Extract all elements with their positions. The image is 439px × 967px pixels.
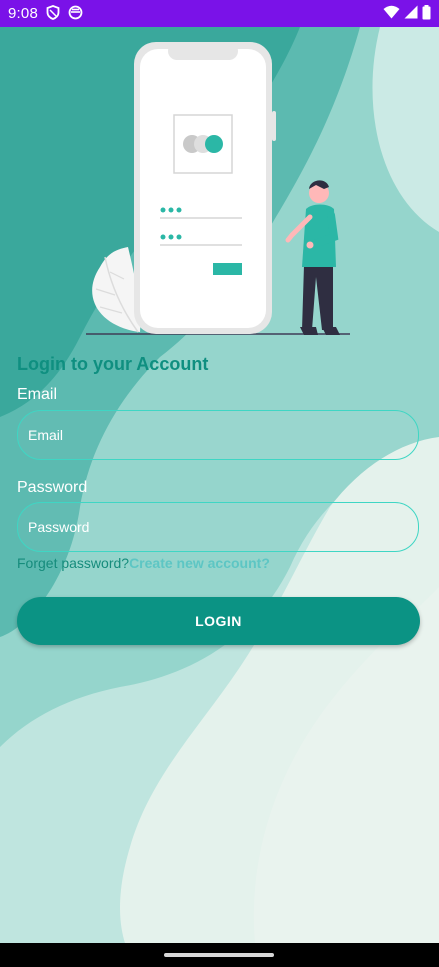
shield-icon	[46, 4, 60, 23]
links-row: Forget password? Create new account?	[17, 555, 270, 571]
signal-icon	[404, 5, 418, 22]
navigation-bar	[0, 943, 439, 967]
login-screen: 9:08 Login to your Account Email Email P…	[0, 0, 439, 967]
create-account-link[interactable]: Create new account?	[129, 555, 270, 571]
person-illustration	[285, 180, 340, 335]
phone-illustration	[134, 42, 276, 334]
login-button[interactable]: LOGIN	[17, 597, 420, 645]
email-label: Email	[17, 386, 58, 403]
page-title: Login to your Account	[17, 354, 209, 374]
password-label: Password	[17, 479, 88, 496]
status-time: 9:08	[8, 5, 38, 22]
login-illustration	[86, 42, 350, 335]
home-handle[interactable]	[164, 953, 274, 957]
password-field[interactable]	[17, 502, 419, 552]
status-bar: 9:08	[0, 0, 439, 27]
battery-icon	[422, 4, 431, 23]
sync-icon	[68, 5, 83, 23]
forgot-password-link[interactable]: Forget password?	[17, 555, 129, 571]
leaf-illustration	[92, 247, 141, 333]
email-field[interactable]	[17, 410, 419, 460]
wifi-icon	[383, 5, 400, 22]
